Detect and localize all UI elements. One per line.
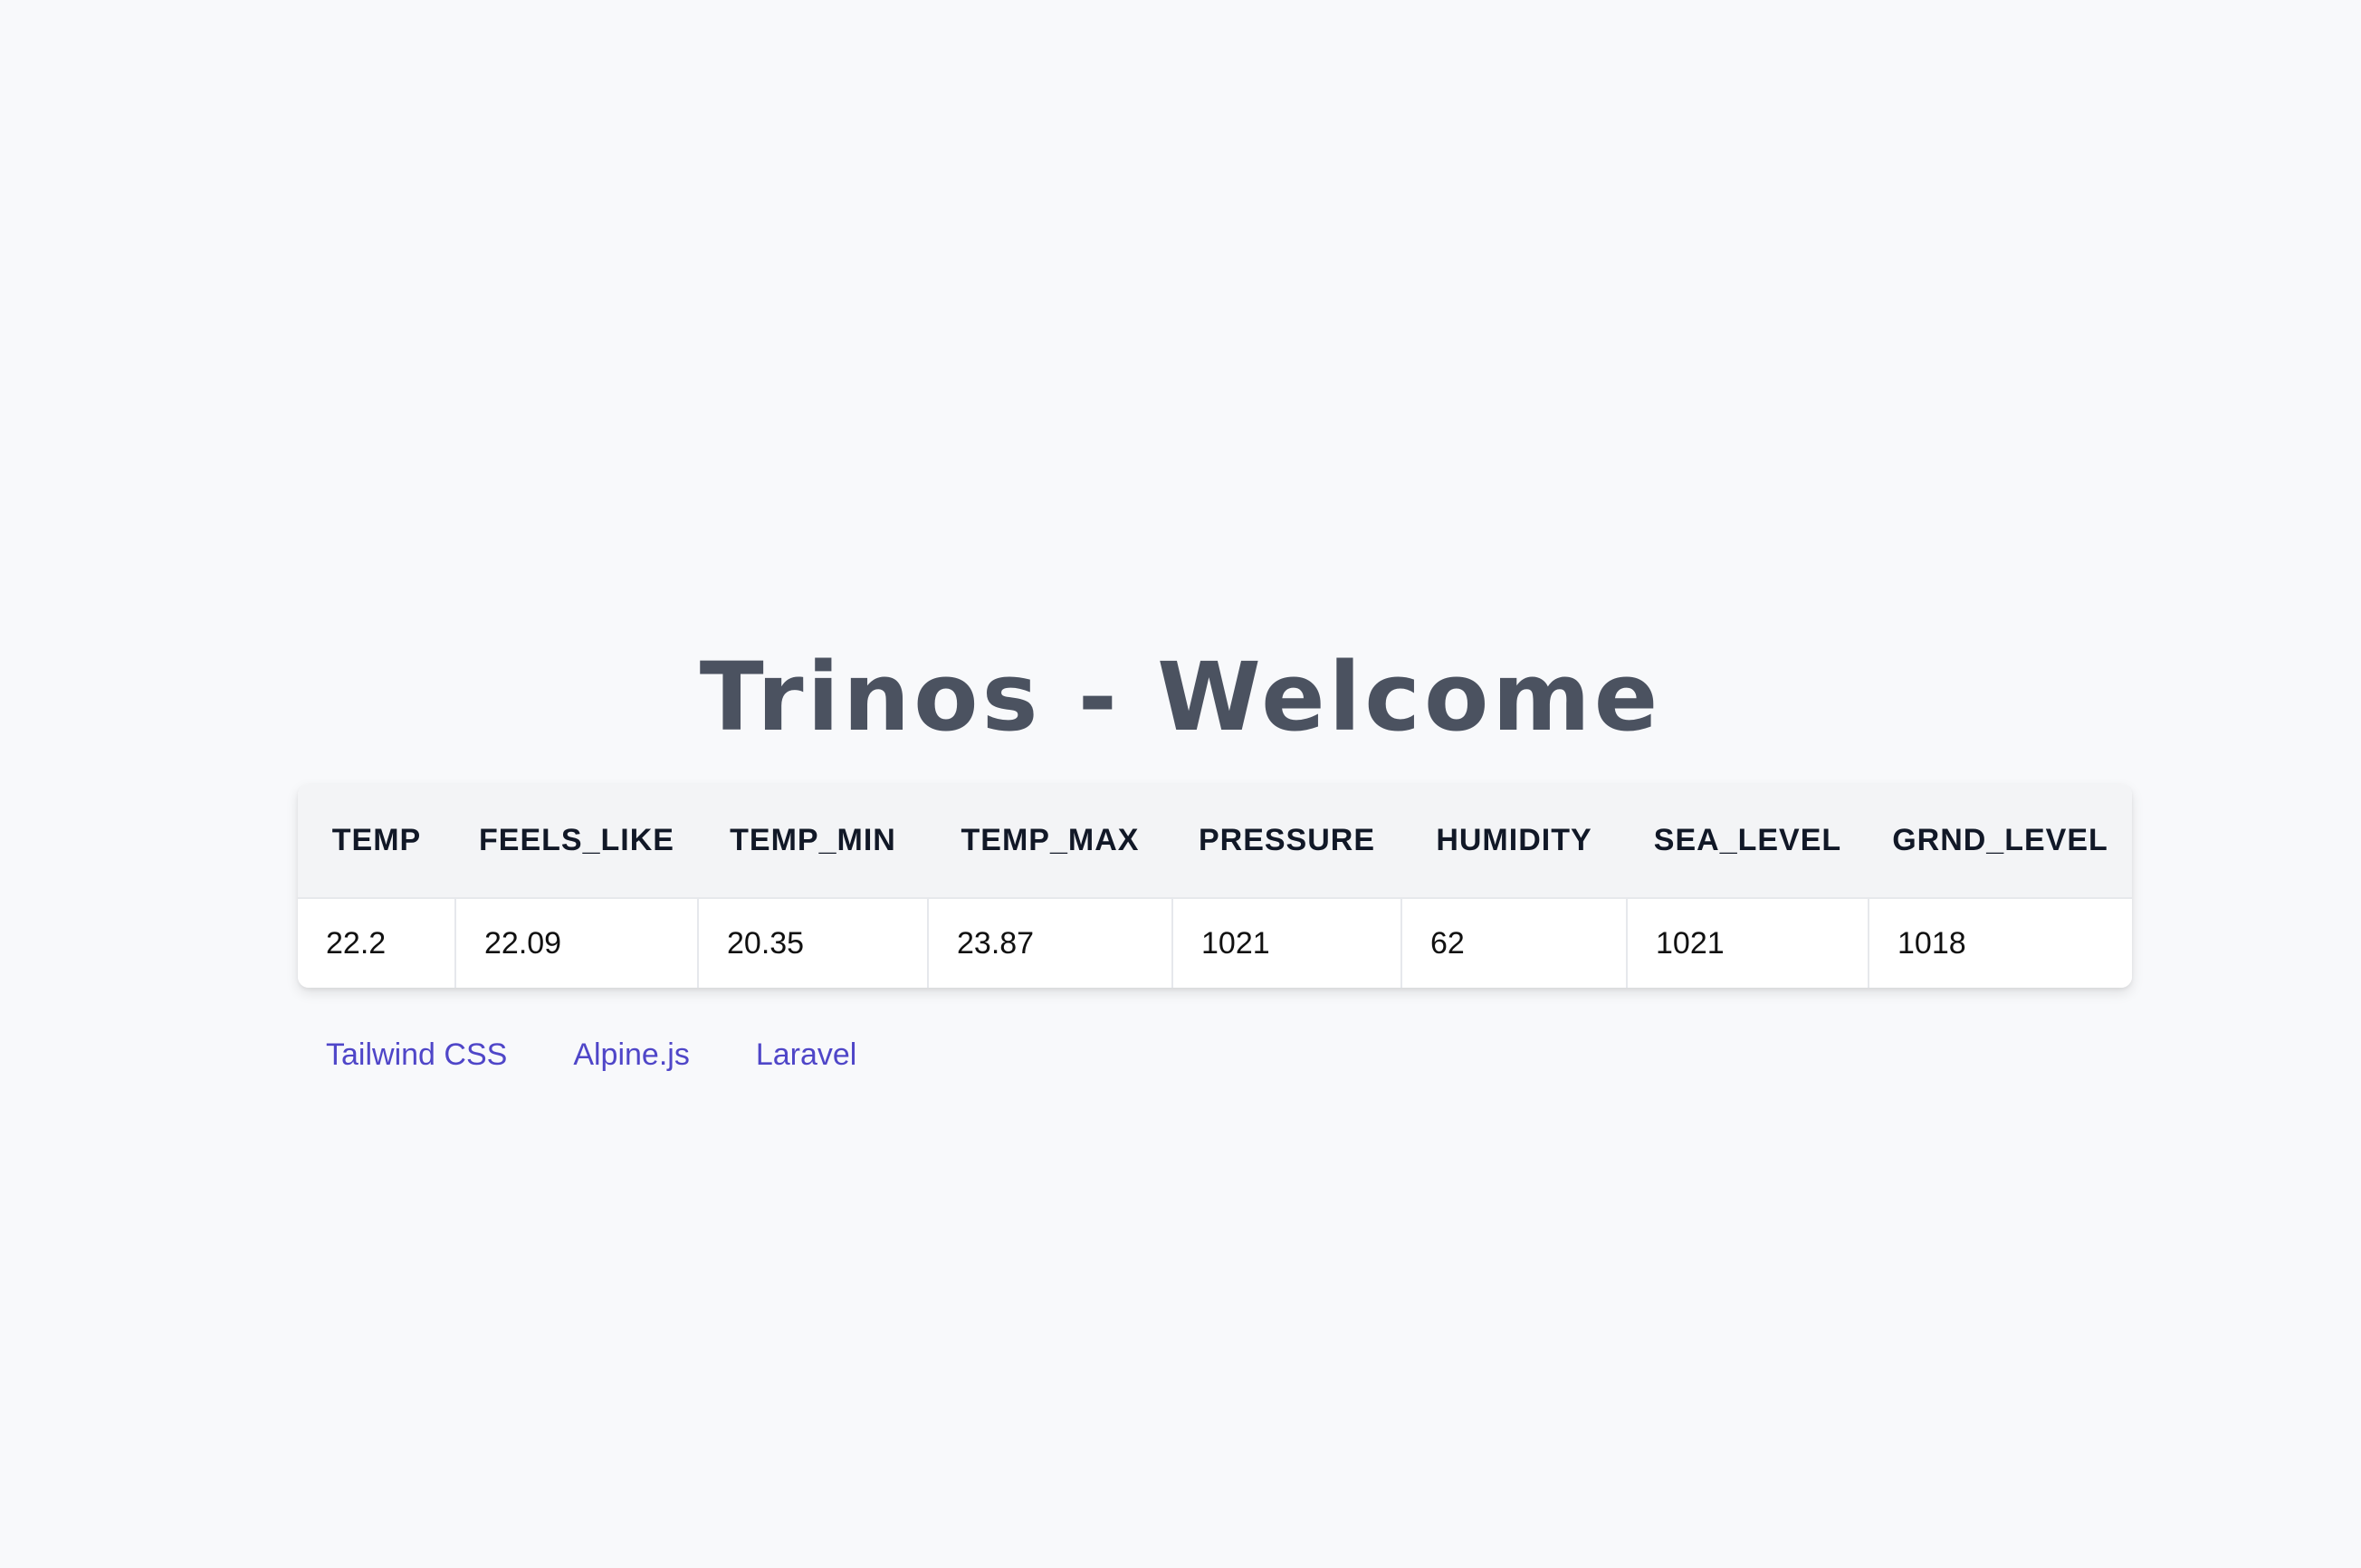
column-header-grnd-level: GRND_LEVEL <box>1892 823 2108 857</box>
cell-pressure: 1021 <box>1171 897 1401 988</box>
cell-sea-level: 1021 <box>1626 897 1869 988</box>
column-header-sea-level: SEA_LEVEL <box>1653 823 1842 857</box>
link-laravel[interactable]: Laravel <box>756 1032 857 1077</box>
page-title: Trinos - Welcome <box>699 642 1662 752</box>
cell-grnd-level: 1018 <box>1868 897 2132 988</box>
table-header-row: TEMP FEELS_LIKE TEMP_MIN TEMP_MAX PRESSU… <box>298 784 2132 898</box>
column-header-temp-min: TEMP_MIN <box>730 823 896 857</box>
column-header-temp-max: TEMP_MAX <box>961 823 1140 857</box>
cell-temp: 22.2 <box>298 897 455 988</box>
cell-temp-max: 23.87 <box>927 897 1172 988</box>
weather-table: TEMP FEELS_LIKE TEMP_MIN TEMP_MAX PRESSU… <box>298 784 2132 988</box>
link-tailwind-css[interactable]: Tailwind CSS <box>326 1032 507 1077</box>
weather-table-card: TEMP FEELS_LIKE TEMP_MIN TEMP_MAX PRESSU… <box>298 784 2132 988</box>
column-header-feels-like: FEELS_LIKE <box>479 823 674 857</box>
column-header-humidity: HUMIDITY <box>1436 823 1592 857</box>
footer-links: Tailwind CSS Alpine.js Laravel <box>326 1032 856 1077</box>
cell-feels-like: 22.09 <box>454 897 698 988</box>
table-row: 22.2 22.09 20.35 23.87 1021 62 1021 1018 <box>298 897 2132 988</box>
column-header-temp: TEMP <box>331 823 422 857</box>
column-header-pressure: PRESSURE <box>1198 823 1376 857</box>
cell-humidity: 62 <box>1400 897 1627 988</box>
link-alpine-js[interactable]: Alpine.js <box>573 1032 690 1077</box>
cell-temp-min: 20.35 <box>697 897 928 988</box>
page: Trinos - Welcome TEMP FEELS_LIKE TEMP_MI… <box>0 0 2361 1568</box>
